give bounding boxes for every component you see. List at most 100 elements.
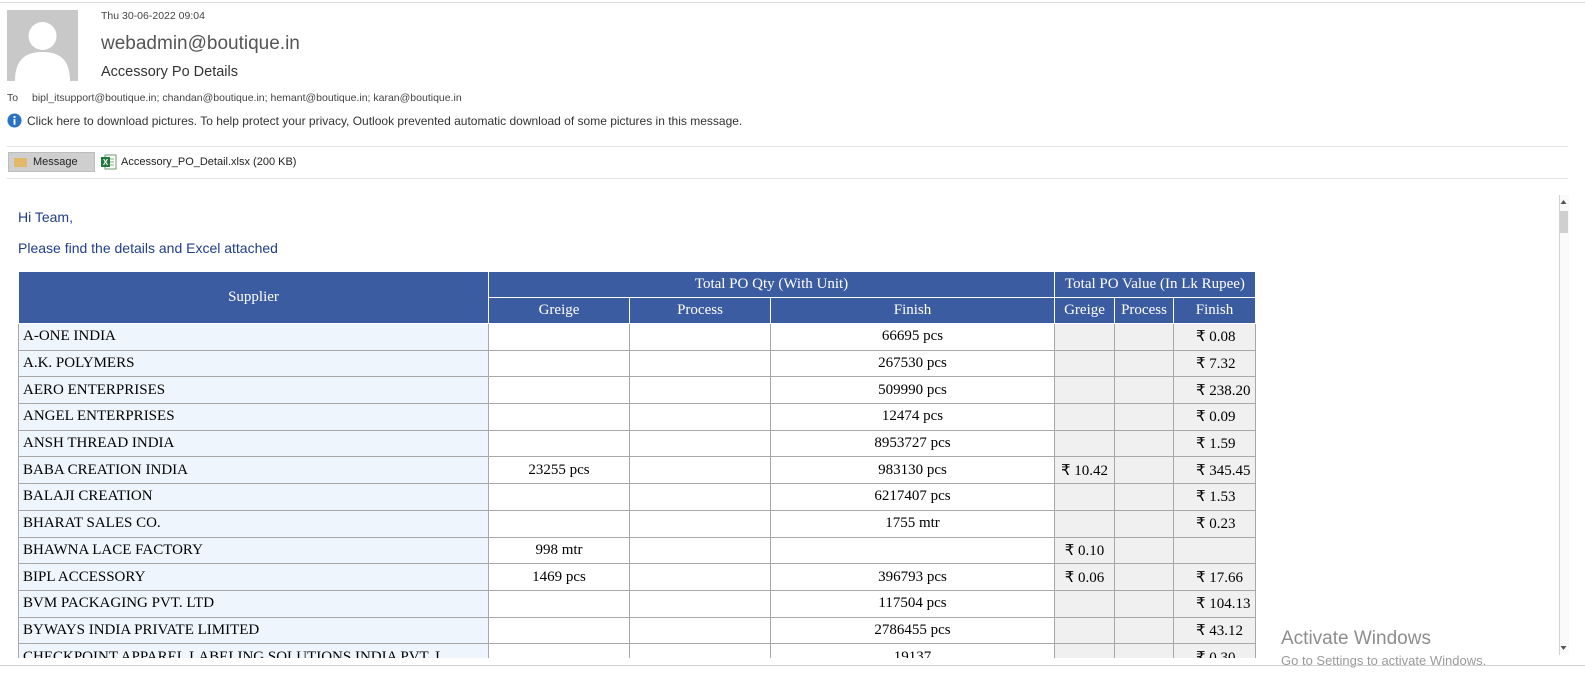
value-greige-cell [1054,589,1115,618]
value-finish-cell: ₹ 7.32 [1173,349,1256,378]
attachment-name[interactable]: Accessory_PO_Detail.xlsx (200 KB) [121,156,296,168]
value-greige-cell [1054,509,1115,538]
supplier-header: Supplier [18,271,489,324]
intro-text: Please find the details and Excel attach… [18,240,278,256]
qty-process-cell [629,403,771,431]
value-greige-cell [1054,349,1115,378]
download-pictures-text[interactable]: Click here to download pictures. To help… [27,114,742,128]
value-process-cell [1114,376,1174,405]
value-greige-cell [1054,643,1115,658]
value-finish-cell: ₹ 0.30 [1173,643,1256,658]
value-finish-cell: ₹ 104.13 [1173,589,1256,618]
value-greige-cell [1054,616,1115,645]
table-row: ANSH THREAD INDIA 8953727 pcs ₹ 1.59 [18,429,1256,458]
po-details-table: Supplier Total PO Qty (With Unit) Total … [18,271,1256,658]
qty-finish-cell: 396793 pcs [770,563,1055,591]
value-finish-cell: ₹ 0.09 [1173,403,1256,431]
value-process-header: Process [1114,297,1174,324]
qty-greige-cell [488,429,630,458]
value-finish-cell: ₹ 0.08 [1173,323,1256,351]
qty-greige-cell: 998 mtr [488,536,630,565]
value-process-cell [1114,643,1174,658]
table-row: A-ONE INDIA 66695 pcs ₹ 0.08 [18,323,1256,351]
supplier-cell: ANGEL ENTERPRISES [18,403,489,431]
info-icon [7,113,22,128]
value-greige-cell: ₹ 10.42 [1054,456,1115,485]
qty-greige-cell [488,589,630,618]
message-tab-label: Message [33,156,78,168]
scrollbar-thumb[interactable] [1560,211,1568,233]
qty-finish-cell: 1755 mtr [770,509,1055,538]
qty-greige-cell [488,323,630,351]
qty-greige-cell: 23255 pcs [488,456,630,485]
table-row: BIPL ACCESSORY 1469 pcs 396793 pcs ₹ 0.06 ₹ … [18,563,1256,591]
recipients-row: To bipl_itsupport@boutique.in; chandan@bo… [7,92,462,104]
download-pictures-bar[interactable]: Click here to download pictures. To help… [7,113,742,128]
table-row: ANGEL ENTERPRISES 12474 pcs ₹ 0.09 [18,403,1256,431]
value-process-cell [1114,456,1174,485]
scrollbar[interactable] [1559,195,1569,655]
value-greige-cell [1054,483,1115,511]
qty-process-cell [629,509,771,538]
table-row: BALAJI CREATION 6217407 pcs ₹ 1.53 [18,483,1256,511]
supplier-cell: ANSH THREAD INDIA [18,429,489,458]
message-tab[interactable]: Message [8,152,95,172]
po-table-container: Supplier Total PO Qty (With Unit) Total … [18,271,1258,658]
excel-file-icon: X [101,154,117,170]
supplier-cell: A.K. POLYMERS [18,349,489,378]
greeting-text: Hi Team, [18,209,73,225]
supplier-cell: BABA CREATION INDIA [18,456,489,485]
qty-finish-cell: 6217407 pcs [770,483,1055,511]
supplier-cell: BHARAT SALES CO. [18,509,489,538]
qty-finish-cell [770,536,1055,565]
supplier-cell: AERO ENTERPRISES [18,376,489,405]
value-greige-cell [1054,323,1115,351]
supplier-cell: BALAJI CREATION [18,483,489,511]
email-subject: Accessory Po Details [101,64,238,80]
recipients-list[interactable]: bipl_itsupport@boutique.in; chandan@bout… [32,92,462,104]
value-greige-cell [1054,403,1115,431]
sender-avatar [7,10,78,81]
qty-greige-cell [488,509,630,538]
qty-process-header: Process [629,297,771,324]
qty-greige-cell [488,349,630,378]
qty-finish-cell: 66695 pcs [770,323,1055,351]
scroll-down-icon[interactable] [1559,641,1568,655]
sender-address[interactable]: webadmin@boutique.in [101,33,300,55]
po-table-body: A-ONE INDIA 66695 pcs ₹ 0.08 A.K. POLYMERS 2… [18,323,1256,658]
supplier-cell: CHECKPOINT APPAREL LABELING SOLUTIONS IN… [18,643,489,658]
qty-greige-cell [488,403,630,431]
supplier-cell: BHAWNA LACE FACTORY [18,536,489,565]
supplier-cell: BYWAYS INDIA PRIVATE LIMITED [18,616,489,645]
supplier-cell: BVM PACKAGING PVT. LTD [18,589,489,618]
table-row: AERO ENTERPRISES 509990 pcs ₹ 238.20 [18,376,1256,405]
qty-finish-cell: 12474 pcs [770,403,1055,431]
value-greige-cell [1054,429,1115,458]
value-process-cell [1114,429,1174,458]
table-row: BVM PACKAGING PVT. LTD 117504 pcs ₹ 104.13 [18,589,1256,618]
table-row: BHARAT SALES CO. 1755 mtr ₹ 0.23 [18,509,1256,538]
value-finish-cell: ₹ 17.66 [1173,563,1256,591]
attachment-item[interactable]: X Accessory_PO_Detail.xlsx (200 KB) [101,152,296,172]
value-process-cell [1114,349,1174,378]
qty-finish-cell: 8953727 pcs [770,429,1055,458]
value-process-cell [1114,616,1174,645]
qty-greige-cell [488,643,630,658]
scroll-up-icon[interactable] [1559,195,1568,209]
header-divider [7,146,1568,147]
attachment-divider [7,178,1568,179]
qty-process-cell [629,536,771,565]
value-finish-cell: ₹ 43.12 [1173,616,1256,645]
qty-process-cell [629,456,771,485]
activate-windows-title: Activate Windows [1281,628,1431,649]
qty-group-header: Total PO Qty (With Unit) [488,271,1055,298]
qty-finish-cell: 267530 pcs [770,349,1055,378]
qty-finish-cell: 509990 pcs [770,376,1055,405]
svg-text:X: X [103,158,109,167]
value-greige-header: Greige [1054,297,1115,324]
qty-process-cell [629,429,771,458]
table-row: BABA CREATION INDIA 23255 pcs 983130 pcs ₹ … [18,456,1256,485]
envelope-icon [14,157,27,167]
qty-process-cell [629,349,771,378]
qty-greige-header: Greige [488,297,630,324]
